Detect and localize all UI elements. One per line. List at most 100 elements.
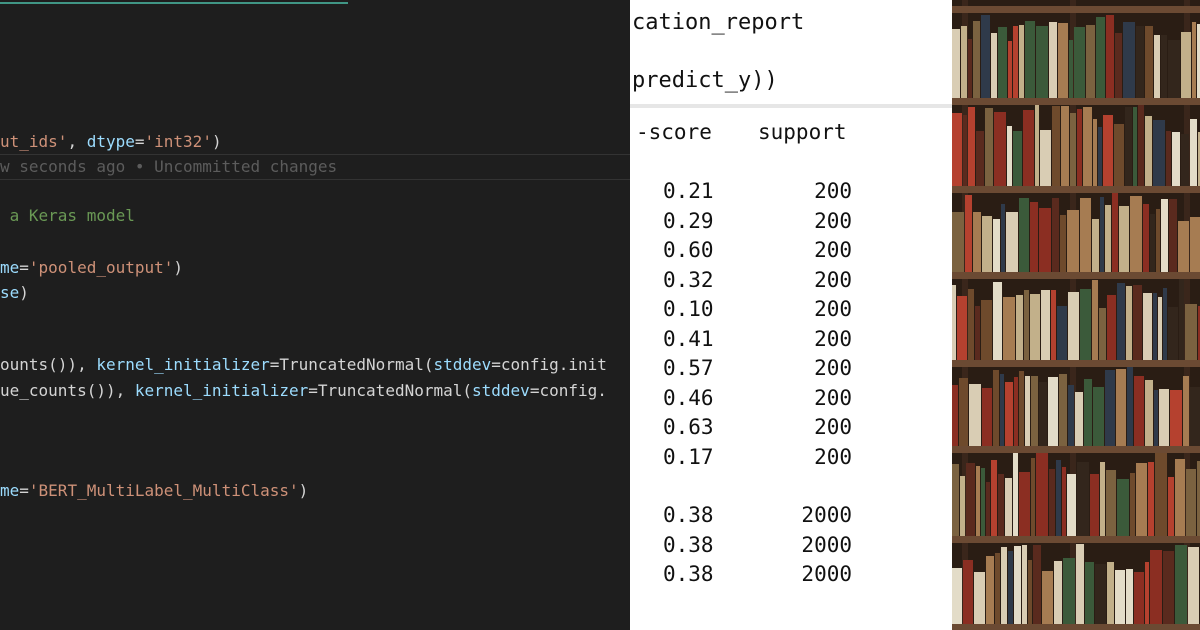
book-spine — [1148, 462, 1154, 536]
book-spine — [1025, 21, 1035, 98]
book-spine — [1019, 472, 1030, 536]
code-token: , — [67, 132, 87, 151]
book-spine — [1156, 209, 1160, 272]
shelf-board — [952, 6, 1200, 13]
book-spine — [998, 474, 1004, 536]
code-token: w seconds ago • Uncommitted changes — [0, 157, 338, 176]
book-spine — [1077, 462, 1089, 536]
book-spine — [1103, 115, 1113, 186]
book-spine — [1060, 215, 1066, 272]
book-spine — [1106, 470, 1116, 536]
book-spine — [1155, 453, 1167, 536]
book-spine — [1030, 202, 1038, 272]
support-value: 200 — [814, 297, 852, 321]
code-token: ) — [211, 132, 222, 151]
book-spine — [1126, 569, 1133, 624]
book-spine — [966, 463, 975, 536]
code-editor[interactable]: ut_ids', dtype='int32') w seconds ago • U… — [0, 0, 630, 630]
book-spine — [1114, 124, 1124, 186]
code-token: kernel_initializer — [96, 355, 270, 374]
book-spine — [960, 476, 965, 536]
book-spine — [993, 370, 999, 446]
support-value: 2000 — [801, 503, 852, 527]
book-spine — [1084, 379, 1092, 446]
book-spine — [1048, 377, 1058, 446]
book-spine — [968, 107, 975, 186]
support-value: 200 — [814, 356, 852, 380]
book-spine — [1130, 473, 1135, 536]
book-spine — [1092, 280, 1098, 360]
book-spine — [957, 296, 967, 360]
code-token: ue_counts()), — [0, 381, 135, 400]
book-spine — [1005, 478, 1012, 536]
shelf-board — [952, 624, 1200, 630]
support-value: 200 — [814, 238, 852, 262]
book-spine — [1052, 106, 1060, 186]
code-token: ounts()), — [0, 355, 97, 374]
f1-score-value: 0.17 — [663, 444, 714, 469]
book-spine — [998, 27, 1007, 98]
book-spine — [1090, 474, 1099, 536]
f1-score-value: 0.60 — [663, 238, 714, 262]
shelf-board — [952, 98, 1200, 105]
book-spine — [1190, 387, 1200, 446]
code-line: se) — [0, 283, 29, 303]
book-spine — [1031, 376, 1038, 446]
book-spine — [1126, 286, 1132, 360]
book-spine — [1168, 307, 1178, 360]
book-spine — [1074, 27, 1085, 98]
book-spine — [1035, 105, 1039, 186]
book-spine — [1019, 198, 1029, 272]
code-token: ) — [173, 258, 184, 277]
book-spine — [993, 219, 1000, 272]
bookshelf-photo — [952, 0, 1200, 630]
book-spine — [1150, 214, 1155, 272]
shelf-board — [952, 272, 1200, 279]
book-spine — [981, 468, 985, 536]
book-spine — [1130, 196, 1142, 272]
book-spine — [1080, 198, 1091, 272]
book-spine — [968, 39, 972, 98]
code-token: ) — [19, 283, 29, 302]
code-token: ) — [298, 481, 309, 500]
book-spine — [1092, 219, 1099, 272]
code-token: dtype — [86, 132, 135, 151]
book-spine — [1117, 283, 1125, 360]
code-token: 'int32' — [144, 132, 212, 151]
shelf-board — [952, 360, 1200, 367]
book-spine — [1054, 561, 1062, 624]
book-spine — [959, 378, 968, 446]
code-token: =config. — [529, 381, 607, 400]
book-spine — [1099, 308, 1106, 360]
shelf-board — [952, 446, 1200, 453]
book-spine — [1061, 106, 1069, 186]
support-value: 200 — [814, 415, 852, 439]
shelf-board — [952, 186, 1200, 193]
book-spine — [976, 466, 980, 536]
book-spine — [1069, 40, 1073, 98]
book-spine — [1039, 208, 1051, 272]
book-spine — [1107, 562, 1114, 624]
book-spine — [1067, 474, 1076, 536]
book-spine — [1153, 120, 1165, 186]
support-value: 200 — [814, 208, 852, 233]
book-spine — [952, 285, 956, 360]
book-spine — [986, 556, 994, 624]
book-spine — [1067, 210, 1079, 272]
book-spine — [981, 300, 992, 360]
book-spine — [982, 216, 992, 272]
book-spine — [963, 560, 973, 624]
book-spine — [1179, 279, 1184, 360]
book-spine — [1008, 551, 1013, 624]
book-spine — [1190, 119, 1197, 186]
book-spine — [1175, 459, 1185, 536]
header-f1-score: -score — [636, 120, 712, 144]
code-token: = — [19, 258, 29, 277]
book-spine — [986, 482, 990, 536]
book-spine — [1062, 467, 1066, 536]
support-value: 200 — [814, 267, 852, 292]
book-spine — [1168, 477, 1174, 536]
book-spine — [1068, 292, 1079, 360]
book-spine — [994, 112, 1006, 186]
book-spine — [1051, 290, 1056, 360]
